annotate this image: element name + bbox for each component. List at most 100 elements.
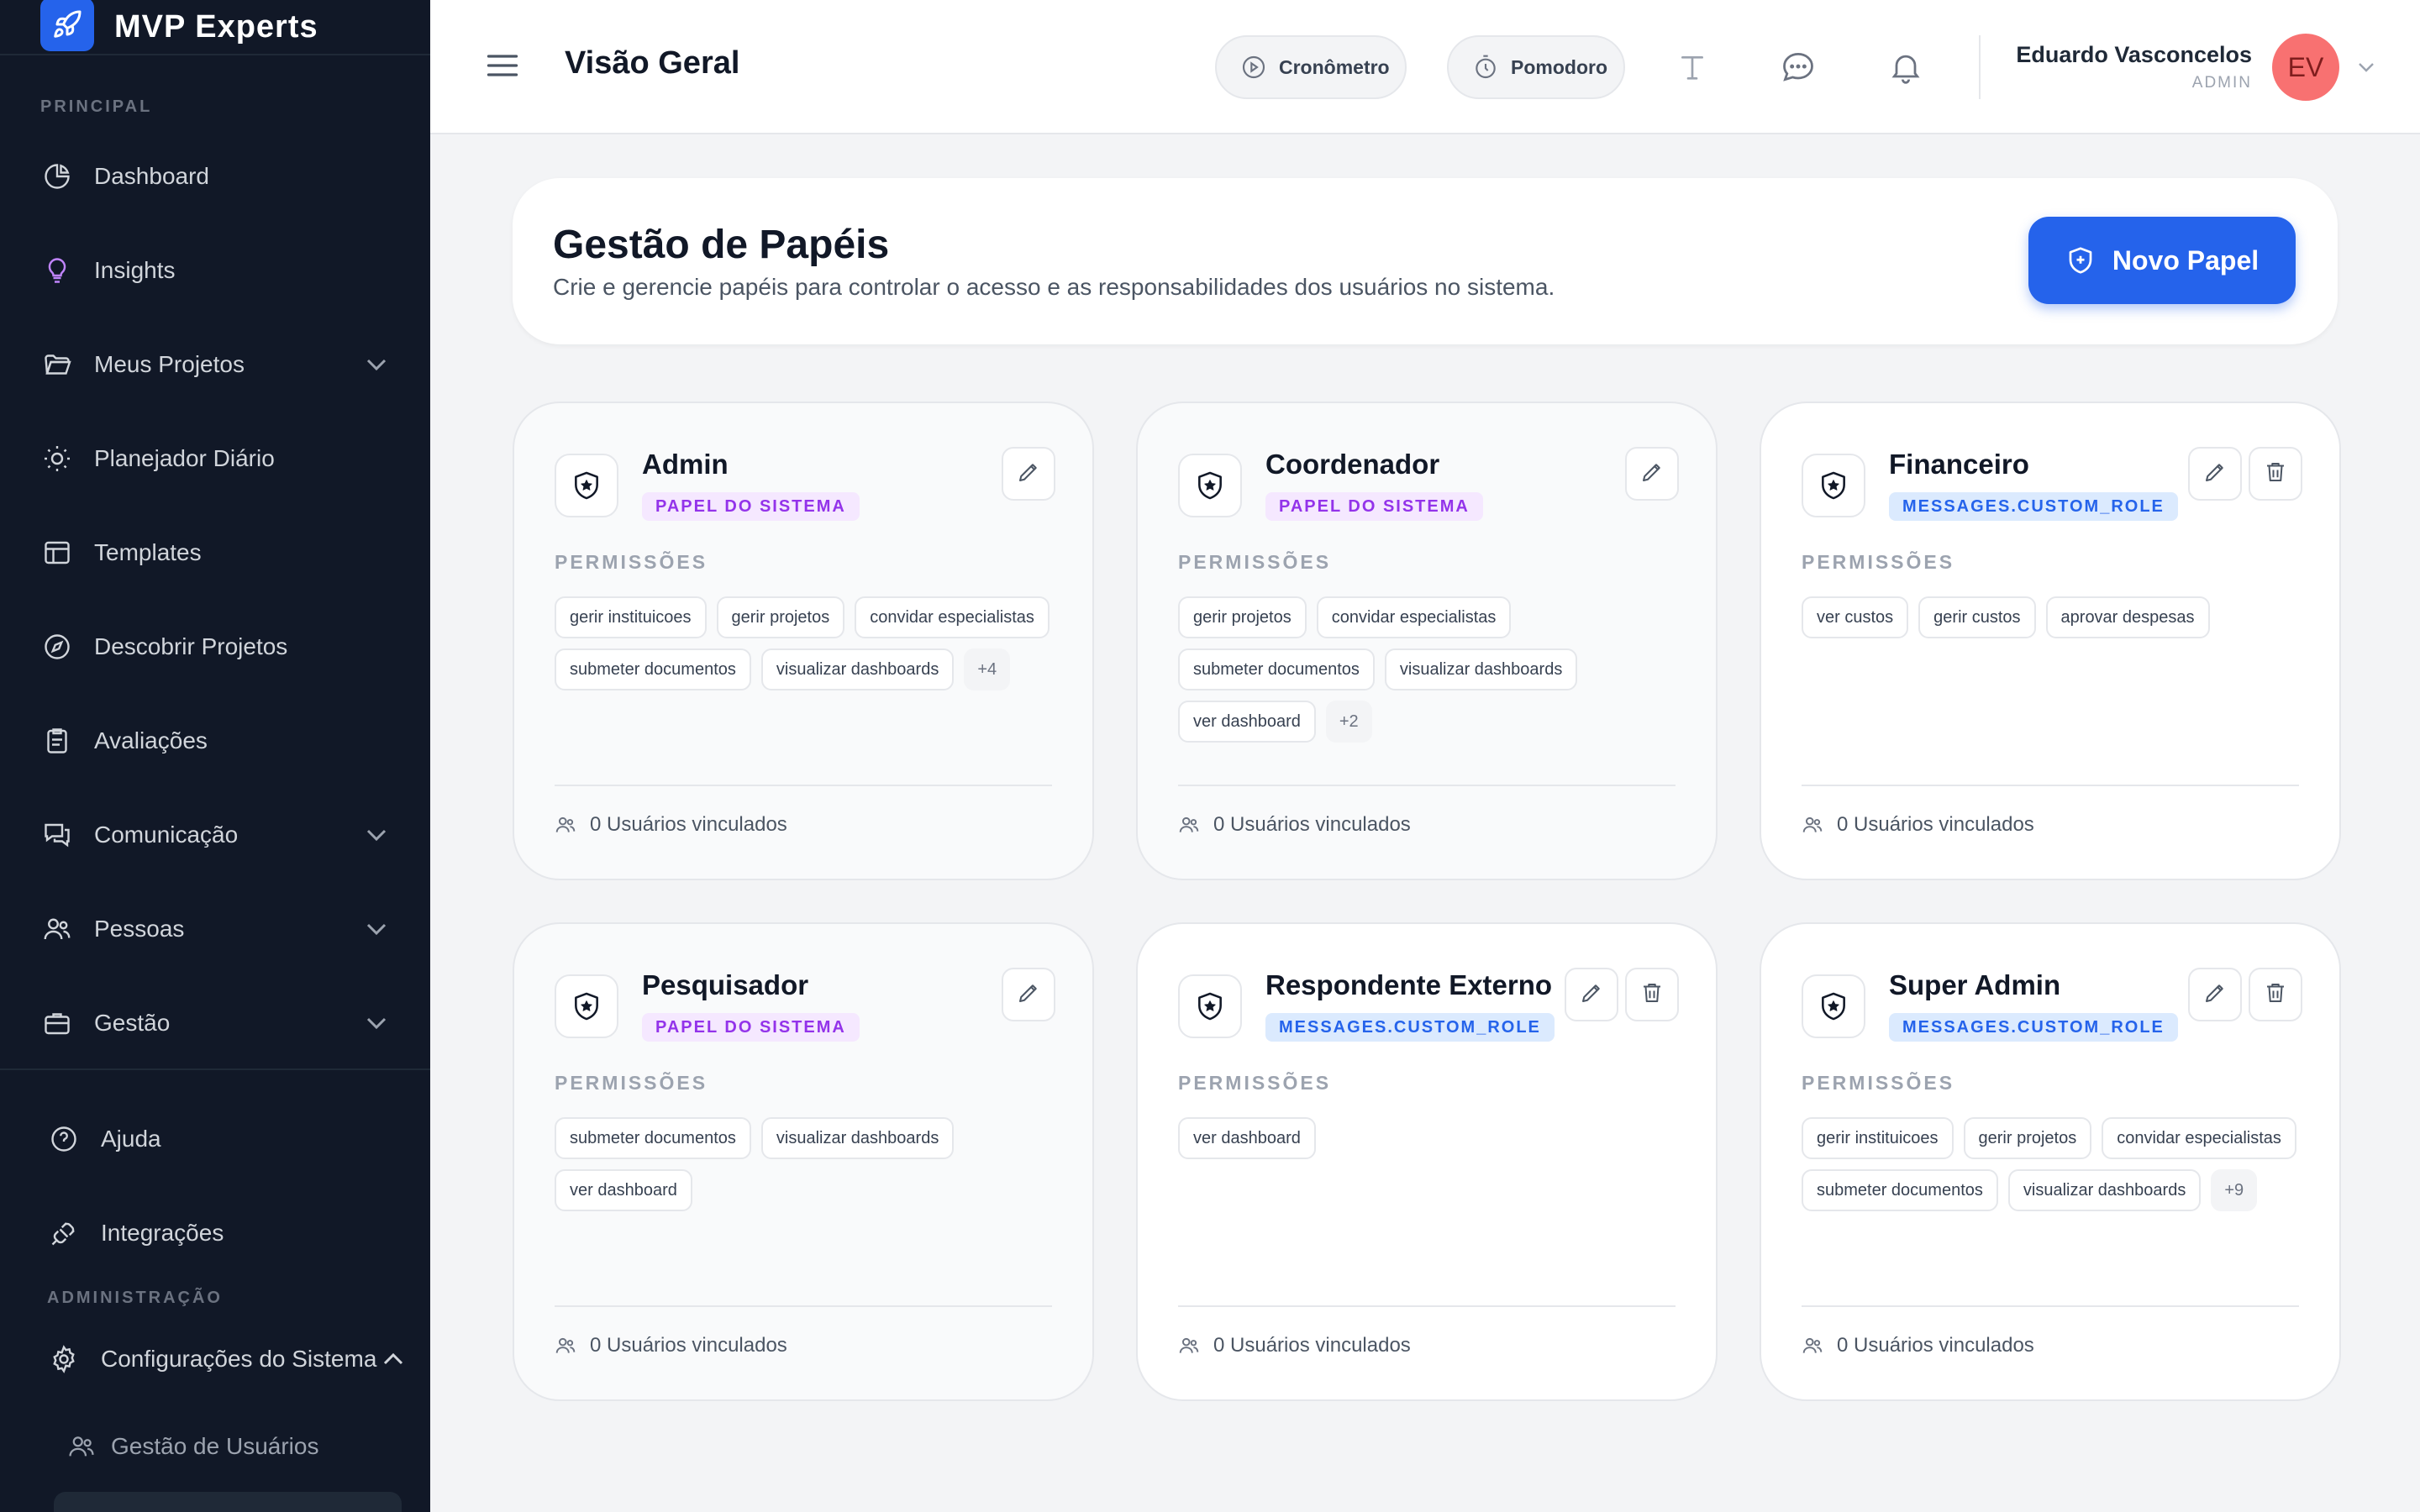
more-permissions-badge[interactable]: +2 xyxy=(1325,701,1372,743)
timer-label: Cronômetro xyxy=(1279,55,1390,78)
chat-icon xyxy=(40,818,74,852)
divider xyxy=(555,1305,1052,1307)
page-title: Visão Geral xyxy=(565,45,740,81)
sidebar-active-subitem[interactable] xyxy=(54,1492,402,1512)
pomodoro-button[interactable]: Pomodoro xyxy=(1447,35,1625,99)
role-name: Respondente Externo xyxy=(1265,969,1553,1000)
briefcase-icon xyxy=(40,1006,74,1040)
trash-icon xyxy=(2263,980,2288,1010)
timer-button[interactable]: Cronômetro xyxy=(1215,35,1407,99)
sidebar-item-label: Integrações xyxy=(101,1220,224,1246)
role-card[interactable]: Super Admin MESSAGES.CUSTOM_ROLE PERMISS… xyxy=(1760,922,2341,1401)
edit-role-button[interactable] xyxy=(1625,447,1679,501)
role-card[interactable]: Respondente Externo MESSAGES.CUSTOM_ROLE… xyxy=(1136,922,1718,1401)
sidebar-item-gestao[interactable]: Gestão xyxy=(40,996,393,1050)
role-card[interactable]: Coordenador PAPEL DO SISTEMA PERMISSÕES … xyxy=(1136,402,1718,880)
sidebar-item-avaliacoes[interactable]: Avaliações xyxy=(40,714,393,768)
bell-icon[interactable] xyxy=(1886,47,1926,87)
users-icon xyxy=(555,1335,576,1357)
divider xyxy=(0,1068,430,1070)
more-permissions-badge[interactable]: +4 xyxy=(964,648,1011,690)
folder-icon xyxy=(40,348,74,381)
text-size-icon[interactable] xyxy=(1672,47,1712,87)
users-icon xyxy=(1178,814,1200,836)
rocket-icon xyxy=(40,0,94,51)
sidebar-item-configuracoes[interactable]: Configurações do Sistema xyxy=(47,1332,408,1386)
sidebar-item-integracoes[interactable]: Integrações xyxy=(47,1206,400,1260)
more-permissions-badge[interactable]: +9 xyxy=(2211,1169,2258,1211)
role-card[interactable]: Financeiro MESSAGES.CUSTOM_ROLE PERMISSÕ… xyxy=(1760,402,2341,880)
permission-tag: submeter documentos xyxy=(1802,1169,1998,1211)
role-type-badge: PAPEL DO SISTEMA xyxy=(1265,492,1483,521)
divider xyxy=(1979,35,1981,99)
chevron-down-icon[interactable] xyxy=(360,912,393,946)
divider xyxy=(1802,1305,2299,1307)
chevron-down-icon[interactable] xyxy=(360,818,393,852)
sidebar-item-descobrir[interactable]: Descobrir Projetos xyxy=(40,620,393,674)
shield-plus-icon xyxy=(2065,245,2096,276)
pomodoro-label: Pomodoro xyxy=(1511,55,1607,78)
edit-role-button[interactable] xyxy=(1002,447,1055,501)
sidebar-item-planejador[interactable]: Planejador Diário xyxy=(40,432,393,486)
pencil-icon xyxy=(1639,459,1665,489)
sidebar-item-dashboard[interactable]: Dashboard xyxy=(40,150,393,203)
pencil-icon xyxy=(2202,980,2228,1010)
linked-users-count: 0 Usuários vinculados xyxy=(1213,1334,1411,1357)
divider xyxy=(1802,785,2299,786)
avatar[interactable]: EV xyxy=(2272,34,2339,101)
permission-tag: ver dashboard xyxy=(1178,1117,1316,1159)
permissions-list: ver dashboard xyxy=(1178,1117,1682,1159)
chevron-down-icon[interactable] xyxy=(360,348,393,381)
sidebar-item-templates[interactable]: Templates xyxy=(40,526,393,580)
messages-icon[interactable] xyxy=(1778,47,1818,87)
permissions-list: submeter documentos visualizar dashboards… xyxy=(555,1117,1059,1211)
new-role-button[interactable]: Novo Papel xyxy=(2028,217,2296,304)
role-name: Admin xyxy=(642,449,729,480)
edit-role-button[interactable] xyxy=(2188,447,2242,501)
help-circle-icon xyxy=(47,1122,81,1156)
sidebar-item-label: Planejador Diário xyxy=(94,445,275,471)
sidebar-item-pessoas[interactable]: Pessoas xyxy=(40,902,393,956)
pie-chart-icon xyxy=(40,160,74,193)
shield-icon xyxy=(555,454,618,517)
sidebar-subitem-gestao-usuarios[interactable]: Gestão de Usuários xyxy=(67,1421,318,1472)
sidebar-item-insights[interactable]: Insights xyxy=(40,244,393,297)
section-subtitle: Crie e gerencie papéis para controlar o … xyxy=(553,274,1555,300)
permission-tag: convidar especialistas xyxy=(2102,1117,2296,1159)
delete-role-button[interactable] xyxy=(2249,968,2302,1021)
users-icon xyxy=(1802,814,1823,836)
user-role: ADMIN xyxy=(2191,74,2252,92)
role-type-badge: PAPEL DO SISTEMA xyxy=(642,492,860,521)
user-name[interactable]: Eduardo Vasconcelos xyxy=(2016,42,2252,68)
linked-users-count: 0 Usuários vinculados xyxy=(1837,1334,2034,1357)
linked-users: 0 Usuários vinculados xyxy=(555,1334,787,1357)
delete-role-button[interactable] xyxy=(2249,447,2302,501)
edit-role-button[interactable] xyxy=(2188,968,2242,1021)
stopwatch-icon xyxy=(1472,54,1499,81)
edit-role-button[interactable] xyxy=(1002,968,1055,1021)
permission-tag: submeter documentos xyxy=(555,648,751,690)
sidebar-item-ajuda[interactable]: Ajuda xyxy=(47,1112,400,1166)
delete-role-button[interactable] xyxy=(1625,968,1679,1021)
permissions-label: PERMISSÕES xyxy=(1178,551,1332,573)
chevron-down-icon[interactable] xyxy=(360,1006,393,1040)
sidebar-item-label: Comunicação xyxy=(94,822,239,848)
sidebar-item-meus-projetos[interactable]: Meus Projetos xyxy=(40,338,393,391)
pencil-icon xyxy=(1016,459,1041,489)
chevron-up-icon[interactable] xyxy=(376,1342,410,1376)
app-logo[interactable]: MVP Experts xyxy=(40,0,318,54)
menu-icon[interactable] xyxy=(484,47,521,84)
chevron-down-icon[interactable] xyxy=(2353,54,2380,81)
divider xyxy=(1178,1305,1676,1307)
users-icon xyxy=(555,814,576,836)
sidebar-item-comunicacao[interactable]: Comunicação xyxy=(40,808,393,862)
permission-tag: gerir projetos xyxy=(716,596,845,638)
sidebar-item-label: Configurações do Sistema xyxy=(101,1346,377,1372)
edit-role-button[interactable] xyxy=(1565,968,1618,1021)
shield-icon xyxy=(555,974,618,1038)
role-card[interactable]: Pesquisador PAPEL DO SISTEMA PERMISSÕES … xyxy=(513,922,1094,1401)
permission-tag: visualizar dashboards xyxy=(760,648,955,690)
role-card[interactable]: Admin PAPEL DO SISTEMA PERMISSÕES gerir … xyxy=(513,402,1094,880)
sidebar-item-label: Avaliações xyxy=(94,727,208,753)
gear-icon xyxy=(47,1342,81,1376)
